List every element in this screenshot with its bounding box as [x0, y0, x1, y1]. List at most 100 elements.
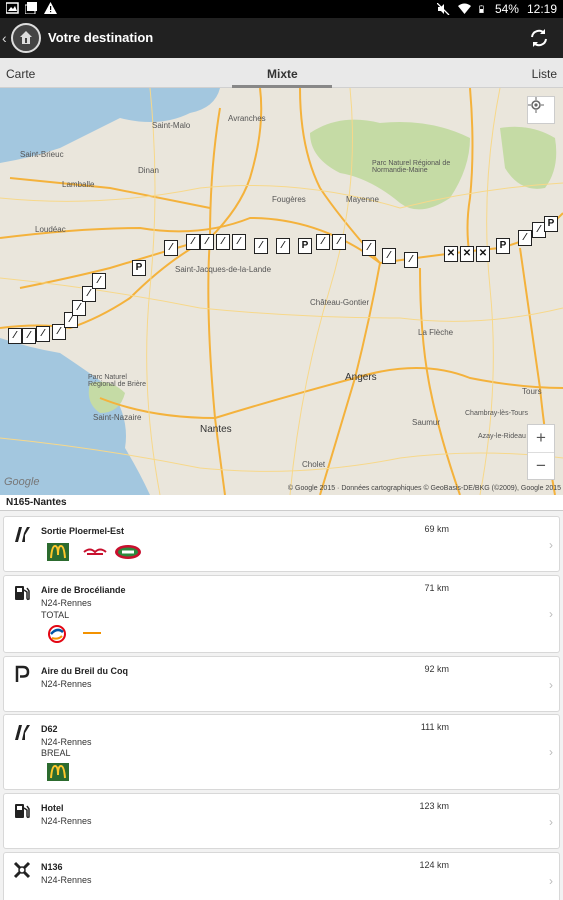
map-marker[interactable]: ⁄	[518, 230, 532, 246]
map-marker[interactable]: ⁄	[164, 240, 178, 256]
map-marker[interactable]: ⁄	[186, 234, 200, 250]
my-location-button[interactable]	[527, 96, 555, 124]
zoom-out-button[interactable]: −	[528, 452, 554, 479]
fuel-icon	[15, 804, 30, 819]
map-view[interactable]: Saint-Malo Avranches Saint-Brieuc Lambal…	[0, 88, 563, 495]
map-label: Lamballe	[62, 180, 95, 189]
item-distance: 124 km	[419, 860, 449, 870]
map-marker[interactable]: ✕	[460, 246, 474, 262]
list-item[interactable]: Aire du Breil du Coq N24-Rennes 92 km ›	[3, 656, 560, 712]
map-label: Angers	[345, 372, 377, 383]
refresh-icon[interactable]	[529, 28, 549, 48]
map-marker[interactable]: ⁄	[254, 238, 268, 254]
map-label: Saint-Brieuc	[20, 150, 64, 159]
item-distance: 92 km	[424, 664, 449, 674]
map-marker[interactable]: ⁄	[404, 252, 418, 268]
google-logo: Google	[4, 476, 40, 488]
map-marker[interactable]: ⁄	[332, 234, 346, 250]
map-label: Fougères	[272, 195, 306, 204]
zoom-in-button[interactable]: +	[528, 425, 554, 452]
item-title: Aire de Brocéliande	[41, 585, 126, 595]
interchange-icon	[13, 861, 31, 879]
map-label: Loudéac	[35, 225, 66, 234]
item-title: N136	[41, 862, 63, 872]
map-label: Chambray-lès-Tours	[465, 410, 529, 417]
map-label: Azay-le-Rideau	[478, 433, 526, 440]
back-chevron-icon[interactable]: ‹	[2, 30, 7, 46]
map-attribution[interactable]: © Google 2015 · Données cartographiques …	[288, 485, 561, 492]
map-label: Dinan	[138, 166, 159, 175]
list-item[interactable]: Hotel N24-Rennes 123 km ›	[3, 793, 560, 849]
list-item[interactable]: N136 N24-Rennes 124 km ›	[3, 852, 560, 900]
chevron-right-icon: ›	[549, 874, 553, 888]
map-marker[interactable]: ⁄	[382, 248, 396, 264]
map-marker[interactable]: ⁄	[72, 300, 86, 316]
brand-logo	[83, 548, 107, 555]
item-distance: 69 km	[424, 524, 449, 534]
gallery-icon	[6, 2, 19, 14]
map-label: Tours	[522, 387, 542, 396]
zoom-control: + −	[527, 424, 555, 480]
list-item[interactable]: Aire de Brocéliande N24-Rennes TOTAL 71 …	[3, 575, 560, 653]
map-marker[interactable]: ⁄	[8, 328, 22, 344]
route-header: N165-Nantes	[0, 495, 563, 511]
poi-list: Sortie Ploermel-Est 69 km › Aire de Broc…	[0, 512, 563, 900]
chevron-right-icon: ›	[549, 745, 553, 759]
map-label: Avranches	[228, 114, 266, 123]
tab-carte[interactable]: Carte	[6, 67, 35, 81]
exit-icon	[15, 527, 30, 542]
map-label: Château-Gontier	[310, 298, 370, 307]
fuel-icon	[15, 586, 30, 601]
map-marker[interactable]: ⁄	[36, 326, 50, 342]
brand-logo	[115, 545, 141, 559]
map-marker[interactable]: ⁄	[316, 234, 330, 250]
map-marker[interactable]: P	[544, 216, 558, 232]
item-road: N24-Rennes	[41, 737, 92, 747]
map-marker[interactable]: ⁄	[92, 273, 106, 289]
brand-logo	[83, 632, 101, 634]
item-brand-text: TOTAL	[41, 610, 70, 620]
map-marker[interactable]: P	[496, 238, 510, 254]
map-marker[interactable]: P	[132, 260, 146, 276]
map-label: Parc Naturel Régional de Normandie-Maine	[372, 160, 451, 174]
item-road: N24-Rennes	[41, 816, 92, 826]
map-label: La Flèche	[418, 328, 454, 337]
item-title: D62	[41, 724, 58, 734]
map-label: Saint-Jacques-de-la-Lande	[175, 265, 272, 274]
map-marker[interactable]: ⁄	[232, 234, 246, 250]
list-item[interactable]: Sortie Ploermel-Est 69 km ›	[3, 516, 560, 572]
highway-icon	[20, 31, 32, 44]
battery-icon	[479, 5, 484, 13]
item-distance: 123 km	[419, 801, 449, 811]
map-marker[interactable]: ⁄	[22, 328, 36, 344]
list-item[interactable]: D62 N24-Rennes BREAL 111 km ›	[3, 714, 560, 790]
item-distance: 111 km	[420, 722, 449, 732]
map-marker[interactable]: ✕	[444, 246, 458, 262]
item-title: Sortie Ploermel-Est	[41, 526, 125, 536]
map-marker[interactable]: P	[298, 238, 312, 254]
app-logo[interactable]	[11, 23, 41, 53]
map-marker[interactable]: ⁄	[216, 234, 230, 250]
map-marker[interactable]: ⁄	[200, 234, 214, 250]
item-road: N24-Rennes	[41, 875, 92, 885]
page-title: Votre destination	[48, 30, 154, 45]
status-bar: 54% 12:19	[0, 0, 563, 18]
tab-liste[interactable]: Liste	[532, 67, 557, 81]
map-marker[interactable]: ✕	[476, 246, 490, 262]
battery-percent: 54%	[494, 2, 519, 16]
chevron-right-icon: ›	[549, 678, 553, 692]
map-label: Cholet	[302, 460, 326, 469]
warning-icon	[44, 2, 57, 14]
chevron-right-icon: ›	[549, 538, 553, 552]
total-logo	[48, 625, 66, 643]
chevron-right-icon: ›	[549, 815, 553, 829]
map-marker[interactable]: ⁄	[276, 238, 290, 254]
tab-mixte[interactable]: Mixte	[267, 67, 298, 81]
mcdonalds-logo	[47, 543, 69, 561]
item-locality: BREAL	[41, 748, 71, 758]
map-marker[interactable]: ⁄	[362, 240, 376, 256]
wifi-icon	[457, 3, 471, 14]
item-distance: 71 km	[424, 583, 449, 593]
item-road: N24-Rennes	[41, 679, 92, 689]
item-title: Aire du Breil du Coq	[41, 666, 129, 676]
